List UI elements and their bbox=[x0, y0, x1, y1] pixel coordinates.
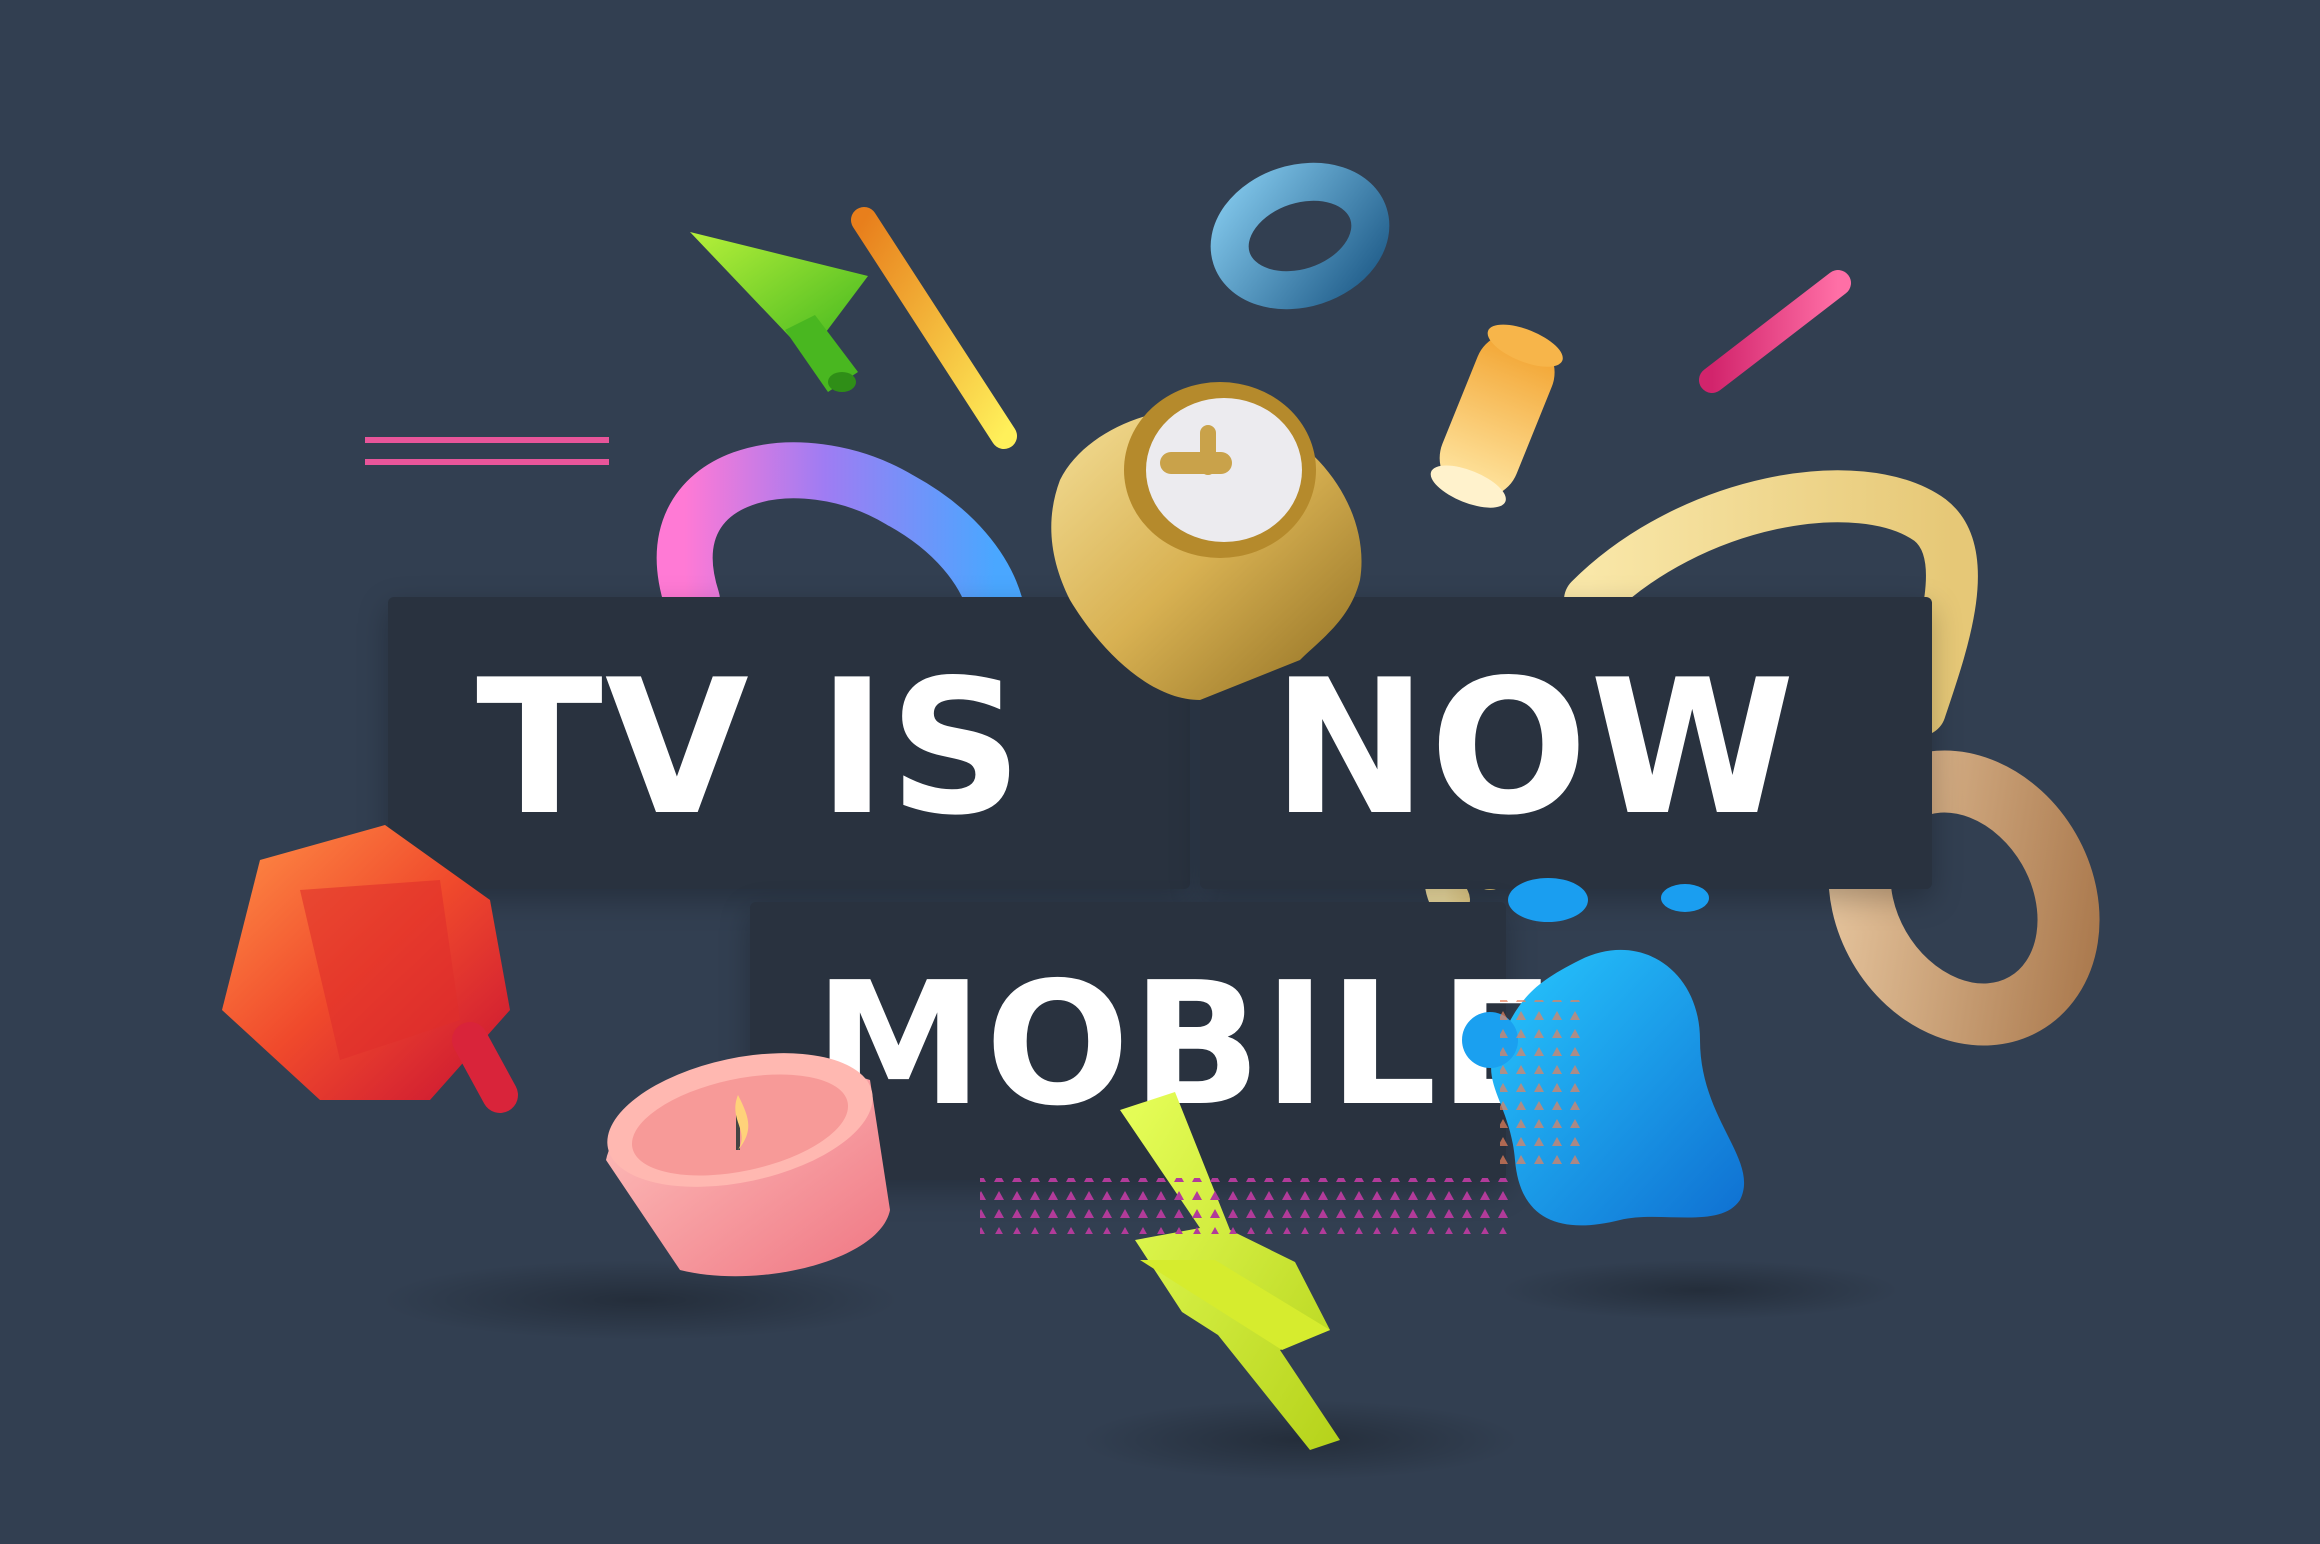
headline-word-now: NOW bbox=[1272, 639, 1797, 856]
headline-word-mobile: MOBILE bbox=[814, 946, 1557, 1144]
pink-double-line-icon bbox=[365, 437, 609, 465]
orange-cylinder-icon bbox=[1430, 324, 1563, 508]
green-cursor-arrow-icon bbox=[690, 232, 868, 392]
pink-stick-icon bbox=[1699, 270, 1851, 393]
hero-canvas: TV IS NOW MOBILE bbox=[0, 0, 2320, 1544]
blue-ring-icon bbox=[1210, 162, 1390, 310]
yellow-stick-icon bbox=[851, 207, 1017, 449]
headline-word-tv-is: TV IS bbox=[476, 639, 1025, 856]
rainbow-arc-icon bbox=[657, 442, 1023, 633]
